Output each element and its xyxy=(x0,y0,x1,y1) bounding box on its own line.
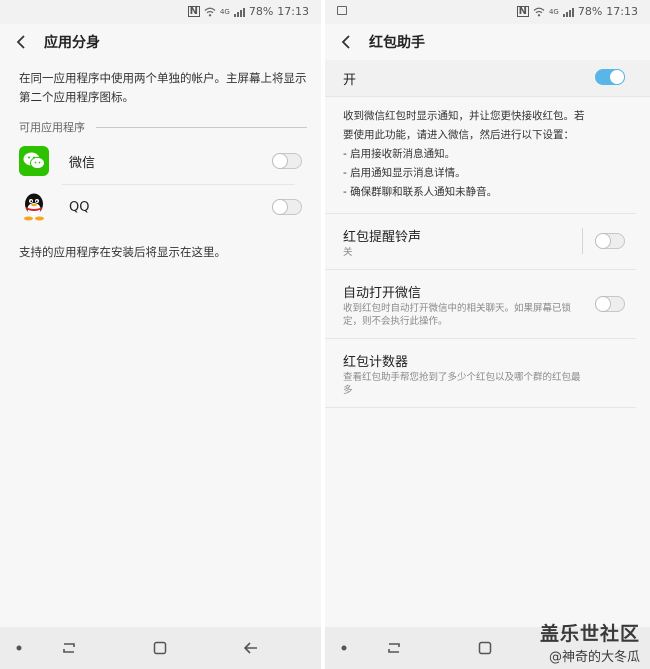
row-divider xyxy=(325,407,636,408)
navigation-bar xyxy=(0,627,321,669)
home-icon xyxy=(153,641,167,655)
home-icon xyxy=(478,641,492,655)
gallery-notification-icon xyxy=(337,6,347,15)
setting-title: 红包计数器 xyxy=(343,355,409,370)
watermark: 盖乐世社区 @神奇的大冬瓜 xyxy=(540,619,640,665)
nav-back-button[interactable] xyxy=(239,636,263,660)
setting-subtitle: 关 xyxy=(343,247,353,258)
recents-icon xyxy=(388,643,400,653)
status-bar: N 4G 78% 17:13 xyxy=(325,0,650,24)
feature-description: 在同一应用程序中使用两个单独的帐户。主屏幕上将显示第二个应用程序图标。 xyxy=(19,71,307,104)
master-toggle[interactable] xyxy=(595,69,625,85)
battery-level: 78% xyxy=(577,5,603,18)
app-bar: 红包助手 xyxy=(325,24,650,60)
master-switch-row[interactable]: 开 xyxy=(325,60,650,96)
recents-icon xyxy=(63,643,75,653)
qq-clone-toggle[interactable] xyxy=(272,199,302,215)
back-button[interactable] xyxy=(329,26,363,58)
setting-title: 红包提醒铃声 xyxy=(343,230,422,245)
setting-ringtone[interactable]: 红包提醒铃声 关 xyxy=(325,214,650,269)
info-line: 要使用此功能，请进入微信，然后进行以下设置： xyxy=(343,129,574,141)
info-line: - 启用通知显示消息详情。 xyxy=(343,167,466,179)
supported-apps-note: 支持的应用程序在安装后将显示在这里。 xyxy=(19,245,226,259)
page-title: 应用分身 xyxy=(44,35,100,51)
back-arrow-icon xyxy=(243,642,257,654)
setting-subtitle: 查看红包助手帮您抢到了多少个红包以及哪个群的红包最多 xyxy=(343,372,581,396)
app-clone-screen: N 4G 78% 17:13 应用分身 在同一应用程序中使用两个单独的帐户。主屏… xyxy=(0,0,321,669)
app-bar: 应用分身 xyxy=(0,24,321,60)
info-line: - 启用接收新消息通知。 xyxy=(343,148,456,160)
section-divider xyxy=(96,127,307,128)
setting-title: 自动打开微信 xyxy=(343,286,422,301)
ringtone-toggle[interactable] xyxy=(595,233,625,249)
home-button[interactable] xyxy=(148,636,172,660)
info-line: - 确保群聊和联系人通知未静音。 xyxy=(343,186,498,198)
red-packet-assistant-screen: N 4G 78% 17:13 红包助手 开 收到微信红包时显示通知，并让您更快接… xyxy=(325,0,650,669)
info-line: 收到微信红包时显示通知，并让您更快接收红包。若 xyxy=(343,110,585,122)
battery-level: 78% xyxy=(248,5,274,18)
page-title: 红包助手 xyxy=(369,35,425,51)
chevron-left-icon xyxy=(16,35,25,49)
nfc-icon: N xyxy=(516,6,529,17)
section-header-available-apps: 可用应用程序 xyxy=(19,121,85,134)
status-time: 17:13 xyxy=(606,5,638,18)
wifi-icon xyxy=(533,7,545,16)
setting-red-packet-counter[interactable]: 红包计数器 查看红包助手帮您抢到了多少个红包以及哪个群的红包最多 xyxy=(325,339,650,407)
network-type: 4G xyxy=(548,7,559,16)
setting-auto-open-wechat[interactable]: 自动打开微信 收到红包时自动打开微信中的相关聊天。如果屏幕已锁定，则不会执行此操… xyxy=(325,270,650,338)
app-name: 微信 xyxy=(69,155,96,171)
recent-apps-button[interactable] xyxy=(382,636,406,660)
app-name: QQ xyxy=(69,199,90,215)
recent-apps-button[interactable] xyxy=(57,636,81,660)
app-row-wechat[interactable]: 微信 xyxy=(0,138,321,184)
vertical-divider xyxy=(582,228,583,254)
master-switch-label: 开 xyxy=(343,73,357,88)
status-bar: N 4G 78% 17:13 xyxy=(0,0,321,24)
row-divider xyxy=(325,96,650,97)
status-time: 17:13 xyxy=(277,5,309,18)
wechat-icon xyxy=(19,146,49,176)
signal-icon xyxy=(562,7,574,17)
app-row-qq[interactable]: QQ xyxy=(0,184,321,230)
home-button[interactable] xyxy=(473,636,497,660)
wechat-clone-toggle[interactable] xyxy=(272,153,302,169)
dot-indicator-icon xyxy=(332,636,356,660)
watermark-brand: 盖乐世社区 xyxy=(539,623,640,645)
auto-open-toggle[interactable] xyxy=(595,296,625,312)
dot-indicator-icon xyxy=(7,636,31,660)
wifi-icon xyxy=(204,7,216,16)
qq-icon xyxy=(19,192,49,222)
back-button[interactable] xyxy=(4,26,38,58)
signal-icon xyxy=(233,7,245,17)
watermark-user: @神奇的大冬瓜 xyxy=(548,650,640,665)
setting-subtitle: 收到红包时自动打开微信中的相关聊天。如果屏幕已锁定，则不会执行此操作。 xyxy=(343,303,572,327)
network-type: 4G xyxy=(219,7,230,16)
nfc-icon: N xyxy=(187,6,200,17)
chevron-left-icon xyxy=(341,35,350,49)
feature-info: 收到微信红包时显示通知，并让您更快接收红包。若 要使用此功能，请进入微信，然后进… xyxy=(343,107,643,202)
